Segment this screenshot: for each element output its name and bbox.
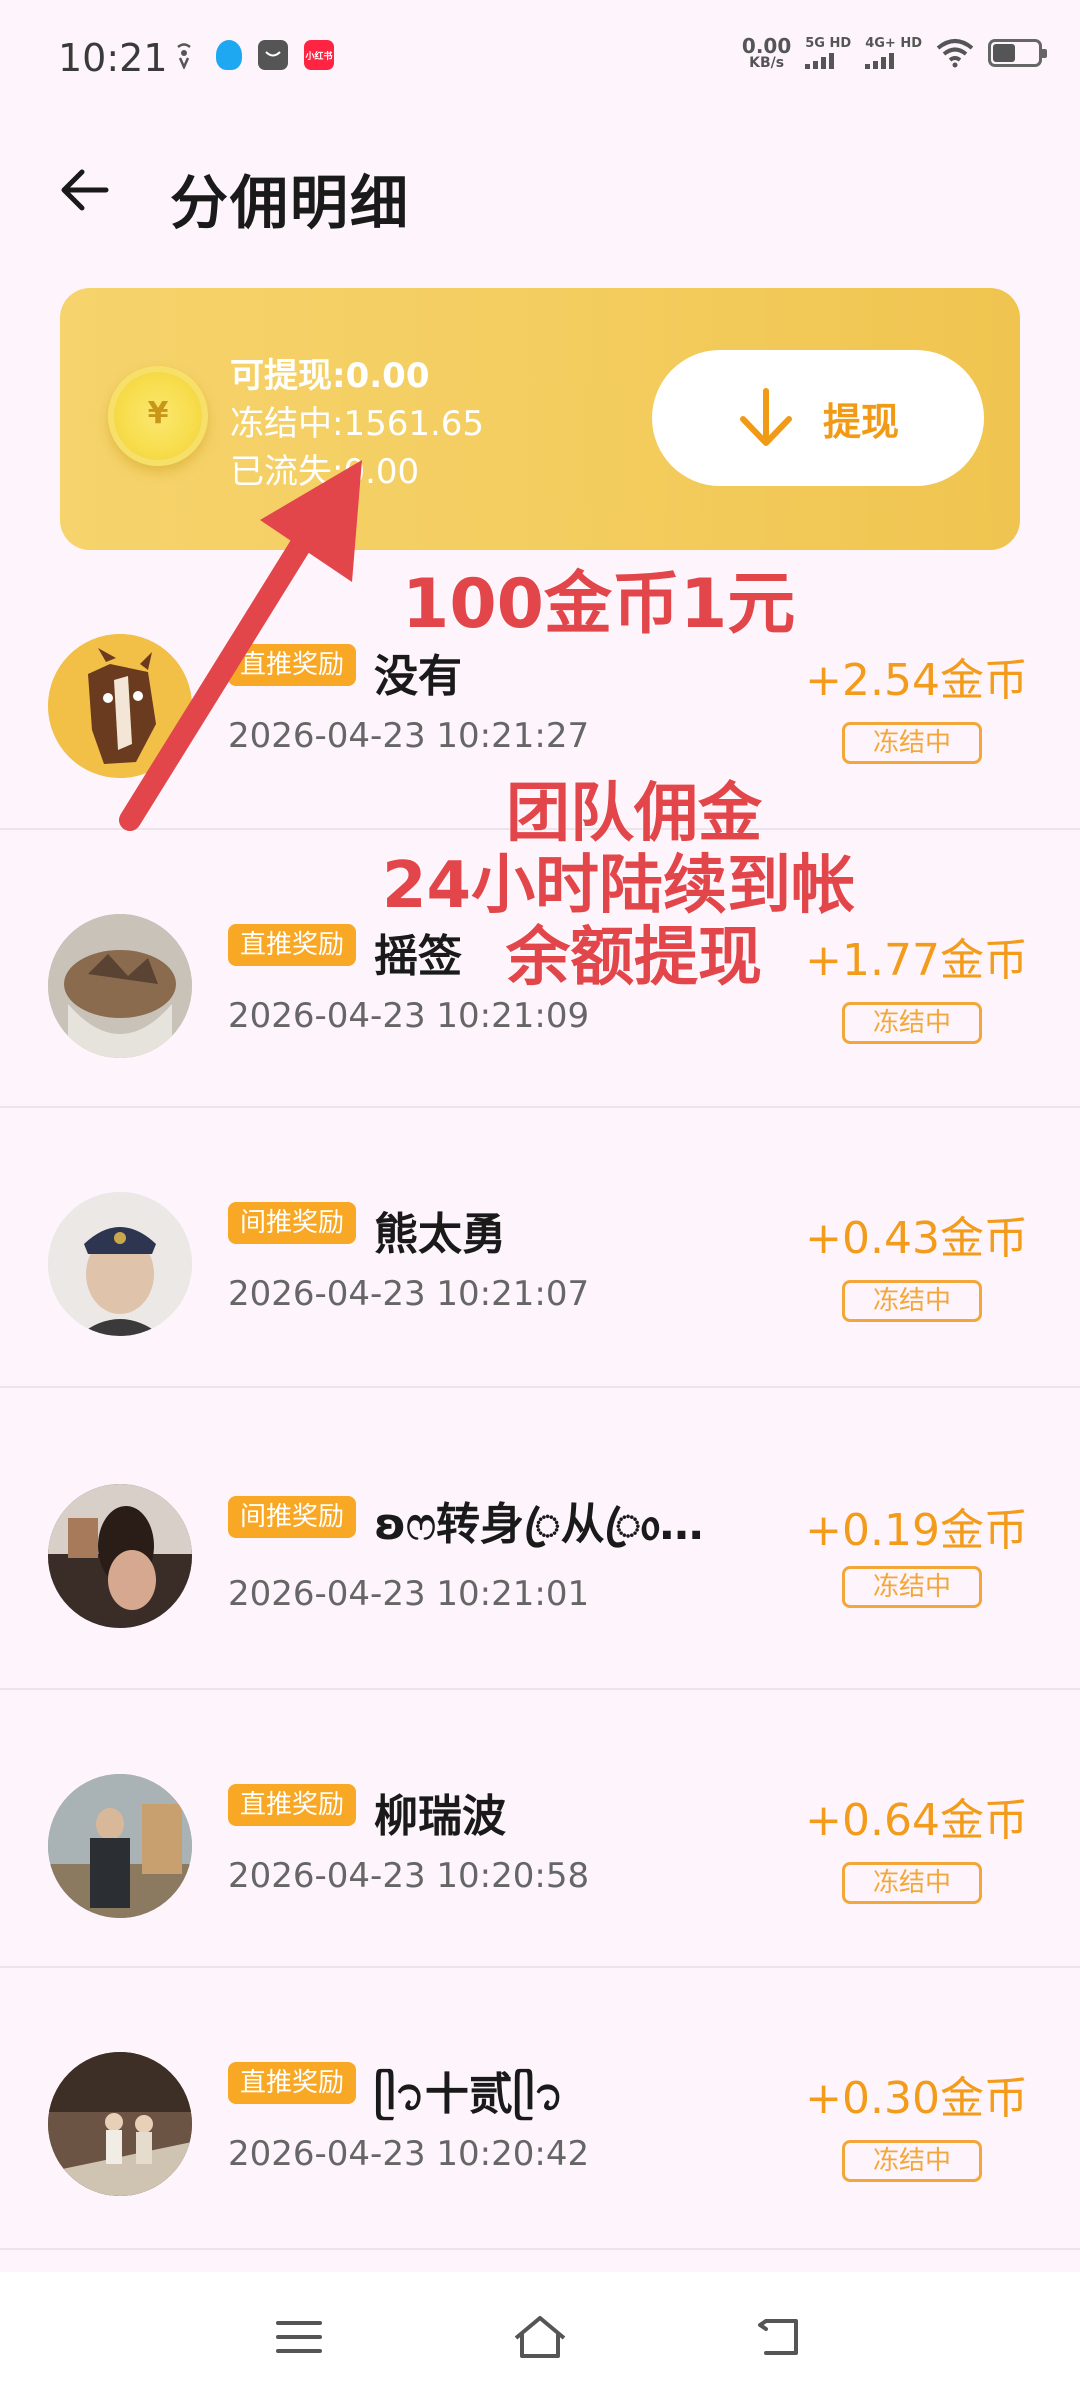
annotation-rate: 100金币1元 xyxy=(402,565,796,644)
status-badge: 冻结中 xyxy=(842,1002,982,1044)
record-time: 2026-04-23 10:21:01 xyxy=(228,1574,590,1614)
record-time: 2026-04-23 10:20:42 xyxy=(228,2134,590,2174)
reward-tag: 间推奖励 xyxy=(228,1202,357,1244)
wifi-icon xyxy=(936,39,974,68)
message-app-icon xyxy=(258,40,288,70)
status-badge: 冻结中 xyxy=(842,2140,982,2182)
avatar xyxy=(48,1484,192,1628)
status-badge: 冻结中 xyxy=(842,1566,982,1608)
withdraw-button[interactable]: 提现 xyxy=(652,350,984,486)
signal-bars-icon xyxy=(865,53,895,69)
record-time: 2026-04-23 10:21:09 xyxy=(228,996,590,1036)
withdrawable-balance: 可提现:0.00 xyxy=(230,356,430,396)
annotation-arrow-icon xyxy=(119,460,362,831)
record-amount: +1.77金币 xyxy=(805,935,1028,986)
reward-tag: 直推奖励 xyxy=(228,2062,357,2104)
status-bar: 10:21 小红书 0.00 KB/s 5G HD 4G+ HD xyxy=(0,0,1080,110)
menu-button[interactable] xyxy=(264,2302,334,2372)
user-name: ʚෆ转身ꦿ从ꦿ᥆… xyxy=(374,1499,704,1550)
user-name: 摇签 xyxy=(374,931,462,982)
sim2-label: 4G+ HD xyxy=(865,36,922,51)
record-amount: +0.43金币 xyxy=(805,1213,1028,1264)
annotation-withdraw: 余额提现 xyxy=(506,921,762,995)
reward-tag: 直推奖励 xyxy=(228,924,357,966)
status-badge: 冻结中 xyxy=(842,1280,982,1322)
menu-icon xyxy=(276,2321,322,2353)
frozen-balance: 冻结中:1561.65 xyxy=(230,404,485,444)
reward-tag: 间推奖励 xyxy=(228,1496,357,1538)
withdraw-label: 提现 xyxy=(822,399,899,444)
avatar xyxy=(48,914,192,1058)
xiaohongshu-icon: 小红书 xyxy=(304,40,334,70)
record-time: 2026-04-23 10:20:58 xyxy=(228,1856,590,1896)
net-speed-value: 0.00 xyxy=(741,34,792,58)
user-name: 熊太勇 xyxy=(374,1209,506,1260)
reward-tag: 直推奖励 xyxy=(228,1784,357,1826)
user-name: ᥫ᭡十贰ᥫ᭡ xyxy=(374,2069,564,2120)
sim1-label: 5G HD xyxy=(805,36,852,51)
list-item[interactable]: 直推奖励 柳瑞波 2026-04-23 10:20:58 +0.64金币 冻结中 xyxy=(0,1690,1080,1968)
page-title: 分佣明细 xyxy=(170,169,411,237)
list-item[interactable]: 直推奖励 ᥫ᭡十贰ᥫ᭡ 2026-04-23 10:20:42 +0.30金币 … xyxy=(0,1968,1080,2250)
back-arrow-icon[interactable] xyxy=(56,162,112,218)
hotspot-icon xyxy=(168,40,200,70)
signal-bars-icon xyxy=(805,53,835,69)
network-speed: 0.00 KB/s xyxy=(742,36,791,70)
battery-icon xyxy=(988,39,1047,67)
avatar xyxy=(48,2052,192,2196)
home-button[interactable] xyxy=(505,2302,575,2372)
back-button[interactable] xyxy=(746,2302,816,2372)
net-speed-unit: KB/s xyxy=(749,55,785,71)
user-name: 柳瑞波 xyxy=(374,1791,506,1842)
download-arrow-icon xyxy=(739,388,792,446)
avatar xyxy=(48,1774,192,1918)
list-item[interactable]: 间推奖励 熊太勇 2026-04-23 10:21:07 +0.43金币 冻结中 xyxy=(0,1108,1080,1388)
record-time: 2026-04-23 10:21:07 xyxy=(228,1274,590,1314)
system-indicators: 0.00 KB/s 5G HD 4G+ HD xyxy=(742,36,1047,70)
status-badge: 冻结中 xyxy=(842,1862,982,1904)
record-amount: +0.30金币 xyxy=(805,2073,1028,2124)
user-name: 没有 xyxy=(374,651,462,702)
avatar xyxy=(48,1192,192,1336)
coin-symbol: ¥ xyxy=(147,396,169,431)
sim1-signal: 5G HD xyxy=(805,37,851,69)
record-amount: +0.64金币 xyxy=(805,1795,1028,1846)
status-badge: 冻结中 xyxy=(842,722,982,764)
record-amount: +2.54金币 xyxy=(805,655,1028,706)
qq-icon xyxy=(216,40,242,70)
record-amount: +0.19金币 xyxy=(805,1505,1028,1556)
list-item[interactable]: 间推奖励 ʚෆ转身ꦿ从ꦿ᥆… 2026-04-23 10:21:01 +0.19… xyxy=(0,1388,1080,1690)
sim2-signal: 4G+ HD xyxy=(865,37,922,69)
notification-icons: 小红书 xyxy=(168,40,334,70)
system-navigation-bar xyxy=(0,2272,1080,2400)
status-time: 10:21 xyxy=(58,36,168,80)
back-nav-icon xyxy=(758,2319,798,2355)
home-icon xyxy=(514,2316,566,2358)
